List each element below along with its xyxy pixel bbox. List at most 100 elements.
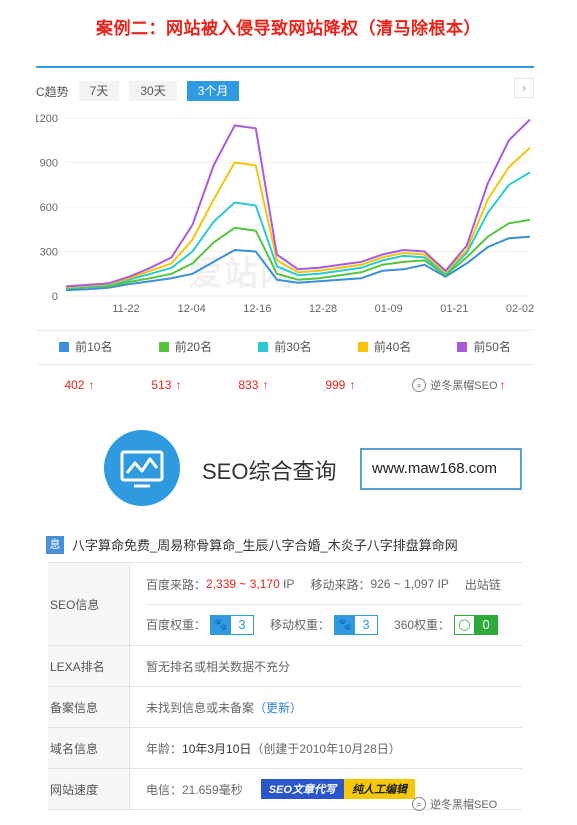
row-value: 暂无排名或相关数据不充分	[130, 646, 522, 686]
value-top20: 513 ↑	[151, 378, 181, 392]
arrow-up-icon: ↑	[499, 377, 506, 392]
alexa-value: 暂无排名或相关数据不充分	[146, 659, 291, 674]
x-tick-label: 11-22	[112, 303, 139, 315]
ip-unit: IP	[283, 577, 295, 591]
badge-value: 3	[362, 617, 370, 632]
tab-7-days[interactable]: 7天	[78, 81, 120, 101]
table-row-seo: SEO信息 百度来路： 2,339 ~ 3,170 IP 移动来路： 926 ~…	[48, 563, 522, 646]
legend-item[interactable]: 前10名	[59, 338, 112, 355]
legend-label: 前40名	[373, 340, 412, 354]
table-row-icp: 备案信息 未找到信息或未备案 （更新）	[48, 687, 522, 728]
baidu-source-value: 2,339 ~ 3,170	[206, 577, 280, 591]
value-text: 402	[64, 377, 85, 392]
arrow-up-icon: ↑	[262, 377, 269, 392]
row-value: 未找到信息或未备案 （更新）	[130, 687, 522, 727]
legend-item[interactable]: 前20名	[158, 338, 212, 355]
range-tabs: C趋势 7天 30天 3个月	[36, 80, 249, 102]
arrow-up-icon: ↑	[349, 377, 356, 392]
arrow-up-icon: ↑	[175, 377, 182, 392]
ring-icon: ◯	[455, 615, 476, 634]
baidu-weight-badge[interactable]: 🐾 3	[210, 614, 255, 635]
tab-30-days[interactable]: 30天	[129, 81, 177, 101]
table-row-domain: 域名信息 年龄： 10年3月10日 （创建于2010年10月28日）	[48, 728, 522, 769]
chart-legend: 前10名 前20名 前30名 前40名 前50名	[36, 330, 534, 362]
table-row-alexa: LEXA排名 暂无排名或相关数据不充分	[48, 646, 522, 687]
promo-banner[interactable]: SEO文章代写 纯人工编辑	[260, 779, 415, 799]
source-line: 百度来路： 2,339 ~ 3,170 IP 移动来路： 926 ~ 1,097…	[146, 564, 522, 604]
value-top40: 999 ↑	[325, 378, 355, 392]
domain-input[interactable]: www.maw168.com	[360, 448, 522, 490]
page-title: 案例二：网站被入侵导致网站降权（清马除根本）	[96, 19, 481, 38]
panel-top-border	[36, 66, 534, 68]
chevron-right-icon[interactable]: ›	[514, 78, 534, 98]
value-text: 513	[151, 377, 172, 392]
badge-value: 3	[238, 617, 246, 632]
arrow-up-icon: ↑	[88, 377, 95, 392]
value-top10: 402 ↑	[64, 378, 94, 392]
legend-swatch	[59, 341, 70, 352]
row-label: 备案信息	[48, 687, 130, 727]
row-label: SEO信息	[48, 563, 130, 645]
legend-swatch	[357, 341, 368, 352]
ip-unit: IP	[437, 577, 449, 591]
promo-seo-writing: SEO文章代写	[260, 779, 344, 799]
mobile-source-label: 移动来路：	[310, 577, 371, 592]
wechat-icon: ⌕	[412, 377, 427, 392]
domain-age-value: 10年3月10日	[182, 741, 252, 756]
legend-item[interactable]: 前30名	[258, 338, 312, 355]
x-tick-label: 12-16	[243, 303, 271, 315]
wechat-watermark: ⌕ 逆冬黑帽SEO ↑	[412, 377, 506, 393]
row-label: LEXA排名	[48, 646, 130, 686]
seo-tool-title: SEO综合查询	[202, 459, 337, 484]
wechat-watermark-text: 逆冬黑帽SEO	[430, 379, 498, 392]
value-top30: 833 ↑	[238, 378, 268, 392]
y-tick-label: 300	[40, 247, 58, 259]
info-tag: 息	[46, 535, 64, 554]
tab-3-months[interactable]: 3个月	[186, 81, 240, 101]
y-tick-label: 1200	[36, 113, 58, 125]
x-tick-label: 12-28	[309, 303, 337, 315]
legend-label: 前30名	[274, 340, 312, 354]
icp-update-link[interactable]: （更新）	[254, 699, 302, 716]
wechat-watermark-footer: ⌕ 逆冬黑帽SEO	[412, 796, 497, 812]
badge-value: 0	[475, 615, 498, 634]
x-tick-label: 01-21	[440, 303, 468, 315]
y-tick-label: 0	[52, 291, 58, 303]
legend-swatch	[258, 341, 269, 352]
legend-swatch	[158, 341, 169, 352]
x-tick-label: 01-09	[375, 303, 403, 315]
promo-manual-edit: 纯人工编辑	[343, 779, 415, 799]
y-tick-label: 900	[40, 158, 58, 170]
weight-line: 百度权重： 🐾 3 移动权重： 🐾 3 360权重： ◯ 0	[146, 604, 522, 644]
trend-label: C趋势	[36, 84, 69, 99]
weight360-badge[interactable]: ◯ 0	[454, 614, 499, 635]
wechat-watermark-text: 逆冬黑帽SEO	[430, 799, 498, 811]
legend-label: 前50名	[473, 340, 511, 354]
icp-value: 未找到信息或未备案	[146, 700, 255, 715]
domain-age-label: 年龄：	[146, 741, 183, 756]
mobile-source-value: 926 ~ 1,097	[370, 577, 435, 591]
seo-info-table: SEO信息 百度来路： 2,339 ~ 3,170 IP 移动来路： 926 ~…	[48, 562, 522, 810]
legend-label: 前10名	[75, 340, 113, 354]
site-title-text: 八字算命免费_周易称骨算命_生辰八字合婚_木炎子八字排盘算命网	[72, 538, 458, 553]
baidu-weight-label: 百度权重：	[146, 618, 207, 632]
series-line-前50名	[65, 118, 531, 288]
monitor-chart-icon	[120, 450, 164, 488]
baidu-source-label: 百度来路：	[146, 577, 207, 592]
mobile-weight-badge[interactable]: 🐾 3	[334, 614, 379, 635]
speed-value: 电信：21.659毫秒	[146, 782, 243, 797]
row-value: 年龄： 10年3月10日 （创建于2010年10月28日）	[130, 728, 522, 768]
current-values: 402 ↑ 513 ↑ 833 ↑ 999 ↑ ⌕ 逆冬黑帽SEO ↑	[36, 364, 534, 404]
series-line-前30名	[65, 171, 531, 289]
mobile-weight-label: 移动权重：	[270, 618, 331, 632]
value-text: 999	[325, 377, 346, 392]
trend-panel: C趋势 7天 30天 3个月 › 爱站网 0 300 600 900 1200 11-22…	[36, 66, 534, 406]
legend-swatch	[457, 341, 468, 352]
row-label: 域名信息	[48, 728, 130, 768]
x-tick-label: 12-04	[178, 303, 206, 315]
row-value: 百度来路： 2,339 ~ 3,170 IP 移动来路： 926 ~ 1,097…	[130, 563, 522, 645]
site-info-header: 息 八字算命免费_周易称骨算命_生辰八字合婚_木炎子八字排盘算命网	[46, 535, 458, 554]
legend-item[interactable]: 前40名	[357, 338, 412, 355]
legend-item[interactable]: 前50名	[457, 338, 511, 355]
value-text: 833	[238, 377, 259, 392]
